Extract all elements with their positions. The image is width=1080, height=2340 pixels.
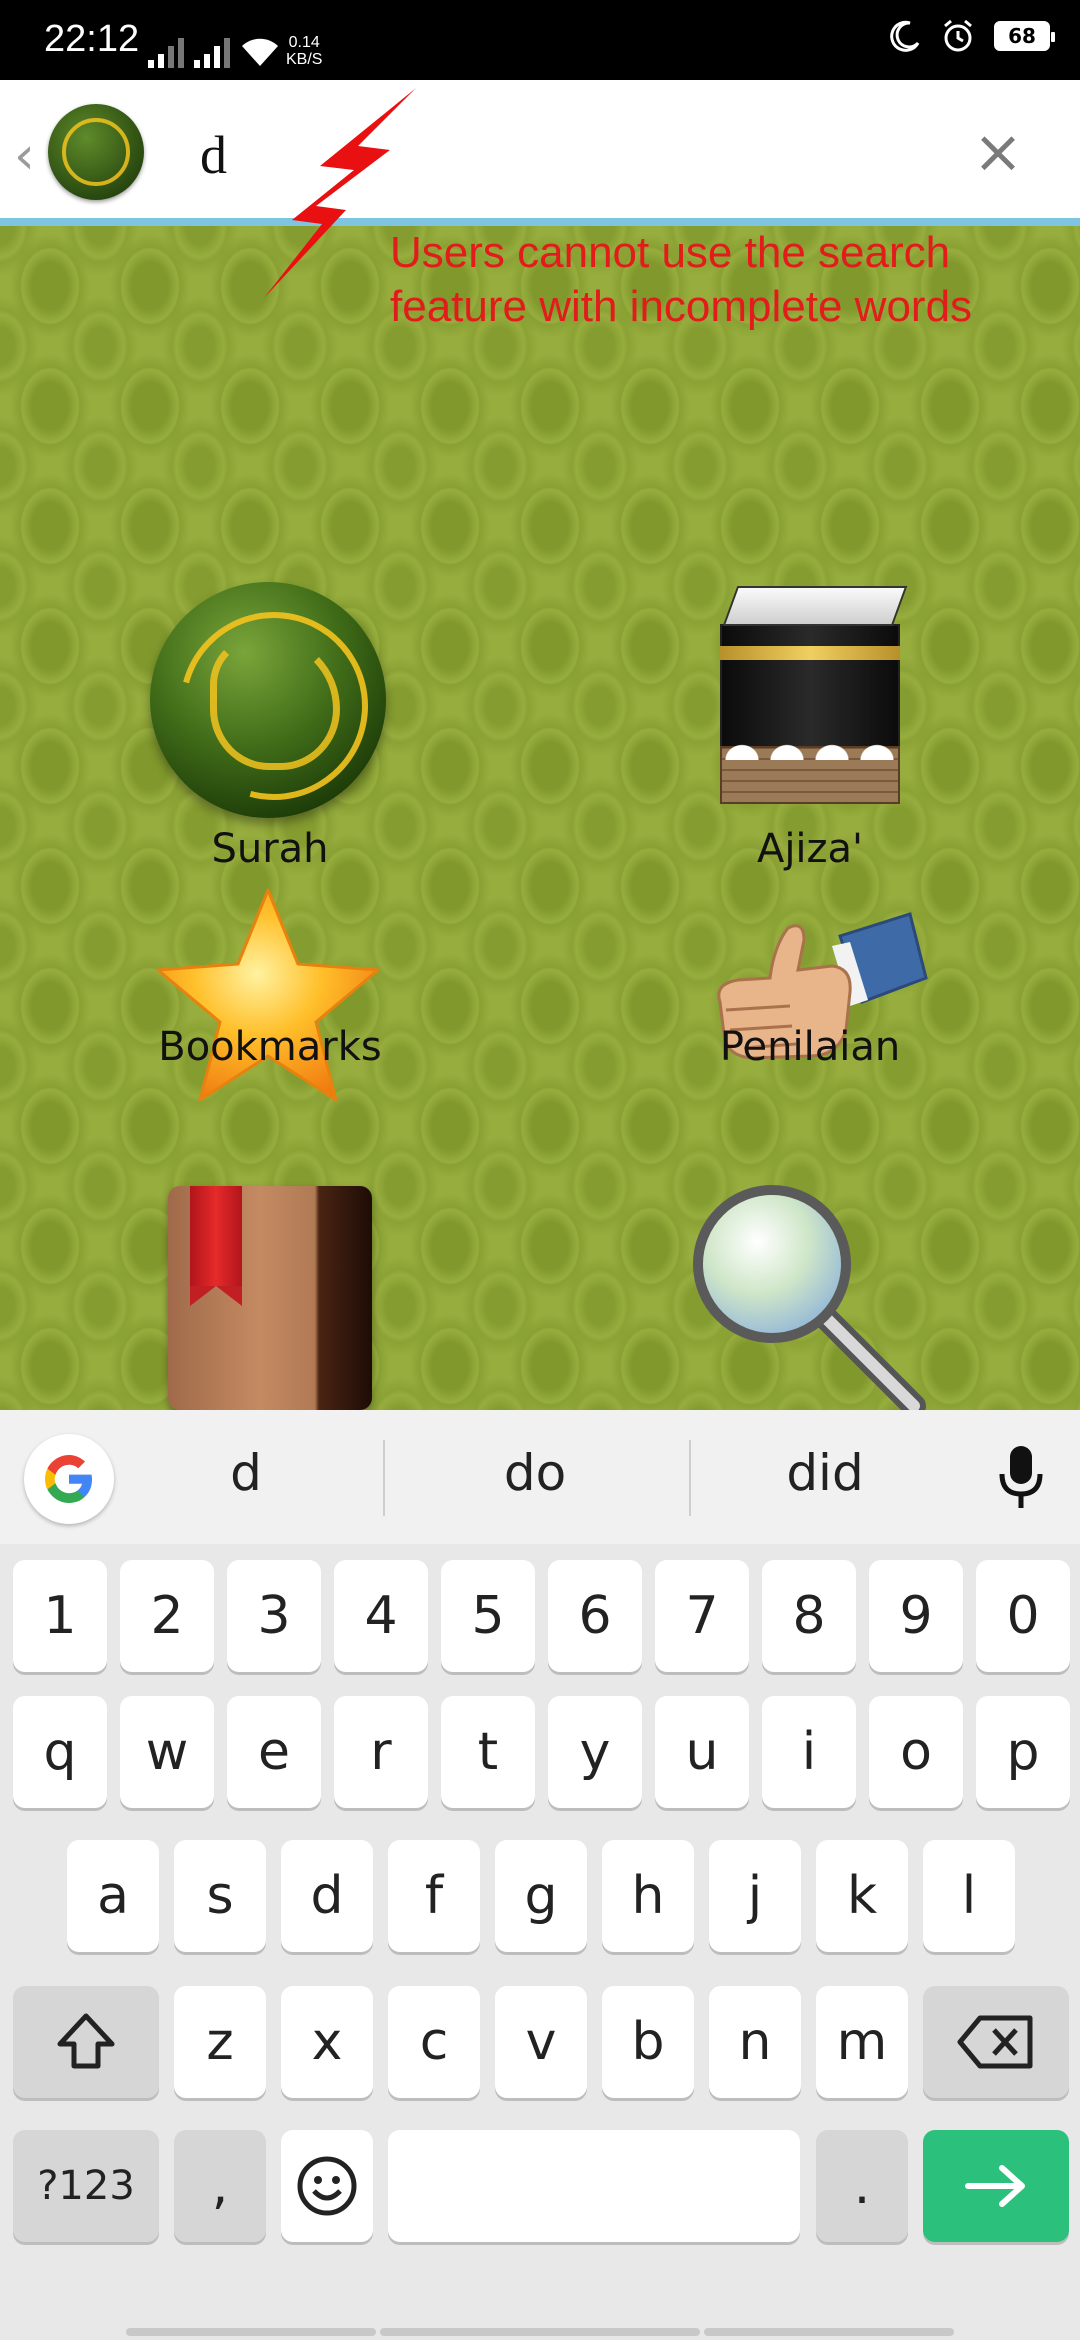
period-key[interactable]: . bbox=[816, 2130, 908, 2242]
key-m[interactable]: m bbox=[816, 1986, 908, 2098]
suggestion-bar: d do did bbox=[0, 1410, 1080, 1544]
bug-annotation: Users cannot use the search feature with… bbox=[390, 226, 972, 334]
back-chevron-icon[interactable]: ‹ bbox=[14, 126, 35, 186]
key-c[interactable]: c bbox=[388, 1986, 480, 2098]
emoji-icon bbox=[297, 2156, 357, 2216]
enter-go-key[interactable] bbox=[923, 2130, 1069, 2242]
menu-label-penilaian[interactable]: Penilaian bbox=[660, 1024, 960, 1070]
clear-search-button[interactable]: × bbox=[970, 120, 1026, 184]
key-e[interactable]: e bbox=[227, 1696, 321, 1808]
lightning-bolt-icon bbox=[264, 88, 416, 298]
backspace-icon bbox=[957, 2015, 1033, 2069]
key-8[interactable]: 8 bbox=[762, 1560, 856, 1672]
key-6[interactable]: 6 bbox=[548, 1560, 642, 1672]
annotation-line-1: Users cannot use the search bbox=[390, 228, 951, 277]
status-time: 22:12 bbox=[44, 18, 140, 60]
key-v[interactable]: v bbox=[495, 1986, 587, 2098]
signal-icons bbox=[148, 20, 280, 68]
network-speed-value: 0.14 bbox=[288, 34, 320, 51]
main-menu-area: Users cannot use the search feature with… bbox=[0, 226, 1080, 1410]
nav-pill bbox=[380, 2328, 700, 2336]
annotation-line-2: feature with incomplete words bbox=[390, 282, 973, 331]
key-h[interactable]: h bbox=[602, 1840, 694, 1952]
shift-icon bbox=[57, 2013, 115, 2069]
key-j[interactable]: j bbox=[709, 1840, 801, 1952]
key-5[interactable]: 5 bbox=[441, 1560, 535, 1672]
key-b[interactable]: b bbox=[602, 1986, 694, 2098]
kaaba-icon[interactable] bbox=[720, 586, 908, 806]
network-speed: 0.14 KB/S bbox=[286, 34, 322, 68]
menu-label-surah[interactable]: Surah bbox=[120, 826, 420, 872]
app-bar-divider bbox=[0, 218, 1080, 226]
key-f[interactable]: f bbox=[388, 1840, 480, 1952]
nav-pill bbox=[126, 2328, 376, 2336]
backspace-key[interactable] bbox=[923, 1986, 1069, 2098]
key-q[interactable]: q bbox=[13, 1696, 107, 1808]
key-i[interactable]: i bbox=[762, 1696, 856, 1808]
key-o[interactable]: o bbox=[869, 1696, 963, 1808]
key-4[interactable]: 4 bbox=[334, 1560, 428, 1672]
spacebar-key[interactable] bbox=[388, 2130, 800, 2242]
quran-icon[interactable] bbox=[150, 582, 386, 818]
key-3[interactable]: 3 bbox=[227, 1560, 321, 1672]
key-p[interactable]: p bbox=[976, 1696, 1070, 1808]
key-r[interactable]: r bbox=[334, 1696, 428, 1808]
signal-icon bbox=[148, 36, 184, 68]
key-l[interactable]: l bbox=[923, 1840, 1015, 1952]
key-y[interactable]: y bbox=[548, 1696, 642, 1808]
app-bar: ‹ × bbox=[0, 80, 1080, 226]
key-u[interactable]: u bbox=[655, 1696, 749, 1808]
app-logo[interactable] bbox=[48, 104, 144, 200]
key-k[interactable]: k bbox=[816, 1840, 908, 1952]
moon-icon bbox=[890, 20, 920, 52]
key-a[interactable]: a bbox=[67, 1840, 159, 1952]
key-2[interactable]: 2 bbox=[120, 1560, 214, 1672]
key-9[interactable]: 9 bbox=[869, 1560, 963, 1672]
navigation-bar bbox=[0, 2320, 1080, 2340]
key-w[interactable]: w bbox=[120, 1696, 214, 1808]
emoji-key[interactable] bbox=[281, 2130, 373, 2242]
key-x[interactable]: x bbox=[281, 1986, 373, 2098]
symbols-key-label: ?123 bbox=[37, 2163, 135, 2209]
key-t[interactable]: t bbox=[441, 1696, 535, 1808]
comma-key[interactable]: , bbox=[174, 2130, 266, 2242]
wifi-icon bbox=[242, 38, 278, 66]
battery-indicator: 68 bbox=[994, 21, 1055, 51]
menu-label-ajiza[interactable]: Ajiza' bbox=[660, 826, 960, 872]
suggestion-1[interactable]: d bbox=[96, 1444, 396, 1502]
key-n[interactable]: n bbox=[709, 1986, 801, 2098]
network-speed-unit: KB/S bbox=[286, 51, 323, 68]
book-icon[interactable] bbox=[168, 1186, 372, 1410]
shift-key[interactable] bbox=[13, 1986, 159, 2098]
key-0[interactable]: 0 bbox=[976, 1560, 1070, 1672]
key-7[interactable]: 7 bbox=[655, 1560, 749, 1672]
suggestion-2[interactable]: do bbox=[385, 1444, 685, 1502]
magnifier-icon[interactable] bbox=[690, 1182, 930, 1410]
microphone-icon[interactable] bbox=[996, 1442, 1046, 1512]
signal-icon bbox=[194, 36, 230, 68]
key-g[interactable]: g bbox=[495, 1840, 587, 1952]
arrow-right-icon bbox=[965, 2165, 1025, 2207]
key-1[interactable]: 1 bbox=[13, 1560, 107, 1672]
star-icon[interactable] bbox=[150, 884, 386, 1110]
key-z[interactable]: z bbox=[174, 1986, 266, 2098]
menu-label-bookmarks[interactable]: Bookmarks bbox=[120, 1024, 420, 1070]
symbols-key[interactable]: ?123 bbox=[13, 2130, 159, 2242]
key-s[interactable]: s bbox=[174, 1840, 266, 1952]
status-right-icons: 68 bbox=[888, 18, 1055, 54]
suggestion-3[interactable]: did bbox=[675, 1444, 975, 1502]
nav-pill bbox=[704, 2328, 954, 2336]
alarm-icon bbox=[944, 19, 972, 52]
status-bar: 22:12 0.14 KB/S 68 bbox=[0, 0, 1080, 80]
soft-keyboard: d do did 1 2 3 4 5 6 7 8 9 0 q w e r t y… bbox=[0, 1410, 1080, 2340]
key-d[interactable]: d bbox=[281, 1840, 373, 1952]
